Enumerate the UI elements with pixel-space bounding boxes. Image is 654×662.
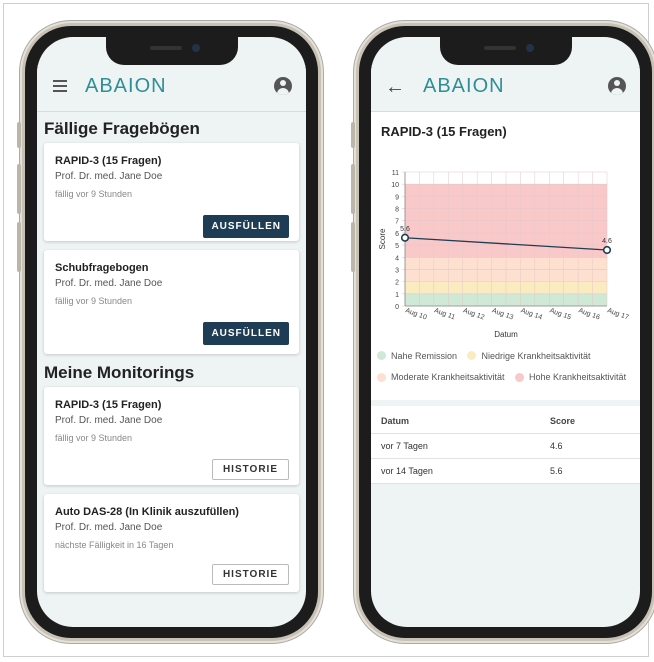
legend-item: Nahe Remission — [377, 351, 457, 361]
y-axis-title: Score — [378, 228, 387, 249]
x-tick-label: Aug 16 — [577, 307, 600, 321]
history-table: Datum Score vor 7 Tagen 4.6 vor 14 Tagen… — [371, 406, 640, 484]
history-button[interactable]: HISTORIE — [211, 564, 289, 585]
volume-down-button — [351, 222, 355, 272]
y-tick-label: 6 — [395, 231, 399, 238]
legend-item: Moderate Krankheitsaktivität — [377, 372, 505, 382]
table-header-row: Datum Score — [371, 406, 640, 434]
back-arrow-icon[interactable]: ← — [385, 74, 405, 100]
legend-item: Hohe Krankheitsaktivität — [515, 372, 626, 382]
table-row: vor 14 Tagen 5.6 — [371, 458, 640, 484]
card-due-date: nächste Fälligkeit in 16 Tagen — [55, 540, 174, 550]
app-logo: ABAION — [423, 75, 505, 97]
card-doctor: Prof. Dr. med. Jane Doe — [55, 171, 163, 182]
app-logo: ABAION — [85, 75, 167, 97]
data-point — [602, 245, 612, 255]
x-tick-label: Aug 17 — [606, 307, 629, 321]
legend-swatch — [377, 351, 386, 360]
card-title: RAPID-3 (15 Fragen) — [55, 399, 162, 411]
right-phone: ← ABAION RAPID-3 (15 Fragen) 0 1 2 3 4 5 6 7 8 9 1… — [351, 26, 652, 638]
y-tick-label: 1 — [395, 292, 399, 299]
data-label: 5.6 — [400, 226, 410, 233]
table-cell: vor 14 Tagen — [371, 458, 540, 484]
fill-out-button[interactable]: AUSFÜLLEN — [203, 215, 289, 238]
monitoring-card: RAPID-3 (15 Fragen) Prof. Dr. med. Jane … — [44, 387, 299, 485]
left-screen: ABAION Fällige Fragebögen RAPID-3 (15 Fr… — [37, 37, 306, 627]
y-tick-label: 0 — [395, 304, 399, 311]
x-tick-label: Aug 11 — [433, 307, 456, 321]
monitoring-card: Auto DAS-28 (In Klinik auszufüllen) Prof… — [44, 494, 299, 592]
legend-label: Niedrige Krankheitsaktivität — [481, 350, 591, 361]
right-screen: ← ABAION RAPID-3 (15 Fragen) 0 1 2 3 4 5 6 7 8 9 1… — [371, 37, 640, 627]
card-doctor: Prof. Dr. med. Jane Doe — [55, 415, 163, 426]
y-tick-label: 2 — [395, 280, 399, 287]
legend-label: Nahe Remission — [391, 350, 458, 361]
x-tick-label: Aug 13 — [491, 307, 514, 321]
fill-out-button[interactable]: AUSFÜLLEN — [203, 322, 289, 345]
card-due-date: fällig vor 9 Stunden — [55, 433, 133, 443]
x-axis-title: Datum — [494, 330, 518, 339]
notch — [439, 37, 572, 65]
data-label: 4.6 — [602, 238, 612, 245]
volume-down-button — [17, 222, 21, 272]
table-row: vor 7 Tagen 4.6 — [371, 433, 640, 459]
card-title: Auto DAS-28 (In Klinik auszufüllen) — [55, 506, 239, 518]
legend-label: Moderate Krankheitsaktivität — [391, 372, 505, 382]
mute-switch — [351, 122, 355, 148]
volume-up-button — [351, 164, 355, 214]
x-tick-label: Aug 10 — [404, 307, 427, 321]
card-due-date: fällig vor 9 Stunden — [55, 296, 133, 306]
y-tick-label: 4 — [395, 255, 399, 262]
y-tick-label: 10 — [391, 182, 399, 189]
y-tick-label: 9 — [395, 194, 399, 201]
menu-icon[interactable] — [53, 80, 67, 95]
data-point — [400, 233, 410, 242]
legend-swatch — [467, 351, 477, 360]
app-bar: ← ABAION — [371, 65, 640, 112]
volume-up-button — [17, 164, 21, 214]
left-phone: ABAION Fällige Fragebögen RAPID-3 (15 Fr… — [17, 26, 318, 638]
legend-item: Niedrige Krankheitsaktivität — [467, 350, 591, 361]
notch — [105, 37, 238, 65]
y-tick-label: 3 — [395, 267, 399, 274]
y-tick-label: 5 — [395, 243, 399, 250]
mute-switch — [17, 122, 21, 148]
chart-panel: RAPID-3 (15 Fragen) 0 1 2 3 4 5 6 7 8 9 10 11 Aug 10… — [371, 112, 640, 400]
card-title: Schubfragebogen — [55, 262, 149, 274]
x-tick-label: Aug 12 — [462, 307, 485, 321]
history-button[interactable]: HISTORIE — [211, 459, 289, 480]
questionnaire-card: Schubfragebogen Prof. Dr. med. Jane Doe … — [44, 250, 299, 354]
x-tick-label: Aug 15 — [549, 307, 572, 321]
table-cell: 4.6 — [540, 433, 640, 459]
score-chart: 0 1 2 3 4 5 6 7 8 9 10 11 Aug 10 Aug 11 Aug 12 Aug 13 Au… — [378, 170, 630, 339]
y-tick-label: 8 — [395, 207, 399, 214]
account-icon[interactable] — [274, 77, 292, 95]
legend-label: Hohe Krankheitsaktivität — [529, 372, 627, 382]
main-content: Fällige Fragebögen RAPID-3 (15 Fragen) P… — [37, 112, 306, 627]
x-tick-label: Aug 14 — [520, 307, 543, 321]
page-title: RAPID-3 (15 Fragen) — [381, 124, 507, 139]
main-content: RAPID-3 (15 Fragen) 0 1 2 3 4 5 6 7 8 9 10 11 Aug 10… — [371, 112, 640, 627]
app-bar: ABAION — [37, 65, 306, 112]
legend-swatch — [515, 372, 525, 382]
card-title: RAPID-3 (15 Fragen) — [55, 155, 162, 167]
card-doctor: Prof. Dr. med. Jane Doe — [55, 278, 163, 289]
column-header-date: Datum — [371, 406, 540, 434]
table-cell: vor 7 Tagen — [371, 433, 540, 459]
y-tick-label: 11 — [392, 170, 399, 177]
y-tick-label: 7 — [395, 219, 399, 226]
questionnaire-card: RAPID-3 (15 Fragen) Prof. Dr. med. Jane … — [44, 143, 299, 241]
chart-legend: Nahe Remission Niedrige Krankheitsaktivi… — [371, 347, 640, 400]
section-title-due: Fällige Fragebögen — [44, 119, 200, 138]
section-title-monitorings: Meine Monitorings — [44, 363, 195, 382]
account-icon[interactable] — [608, 77, 626, 95]
column-header-score: Score — [540, 406, 640, 434]
legend-swatch — [377, 372, 386, 382]
table-cell: 5.6 — [540, 458, 640, 484]
card-due-date: fällig vor 9 Stunden — [55, 189, 133, 199]
card-doctor: Prof. Dr. med. Jane Doe — [55, 522, 163, 533]
